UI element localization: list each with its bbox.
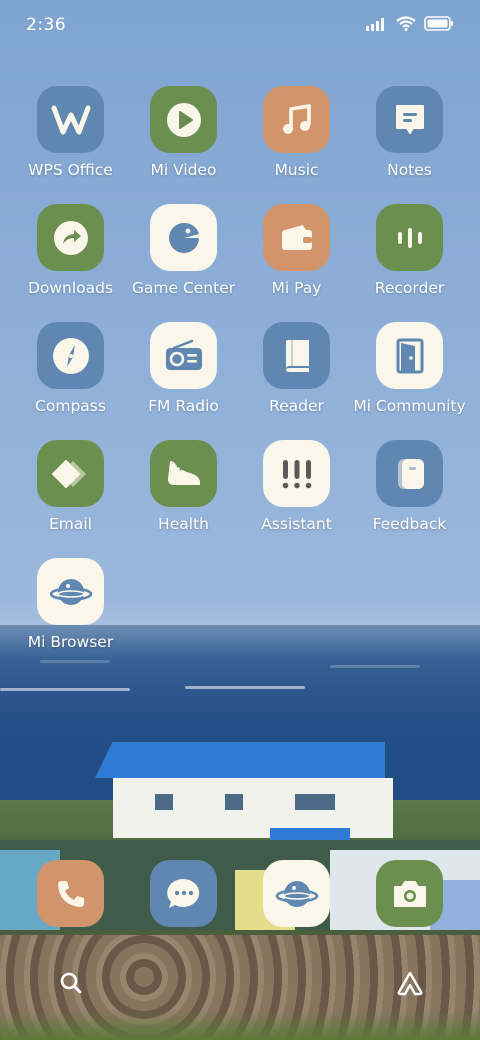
dock-icon-tile[interactable]: [37, 860, 104, 927]
dock-browser[interactable]: [240, 860, 353, 927]
app-icon-tile[interactable]: [37, 558, 104, 625]
game-pacman-icon: [168, 222, 199, 253]
radio-icon: [165, 339, 202, 370]
app-label: FM Radio: [148, 397, 219, 415]
search-button[interactable]: [56, 968, 86, 998]
app-music[interactable]: Music: [240, 86, 353, 179]
music-note-icon: [282, 103, 311, 134]
app-label: Mi Browser: [27, 633, 114, 651]
app-assistant[interactable]: Assistant: [240, 440, 353, 533]
app-mi-video[interactable]: Mi Video: [127, 86, 240, 179]
app-icon-tile[interactable]: [37, 86, 104, 153]
play-icon: [166, 102, 201, 137]
app-icon-tile[interactable]: [150, 440, 217, 507]
app-label: Compass: [35, 397, 106, 415]
app-label: Reader: [269, 397, 324, 415]
app-vault-button[interactable]: [395, 968, 425, 998]
battery-icon: [424, 16, 453, 31]
app-label: Mi Video: [150, 161, 217, 179]
dock-phone[interactable]: [14, 860, 127, 927]
home-app-vault-icon: [397, 971, 423, 996]
app-icon-tile[interactable]: [376, 204, 443, 271]
app-label: Game Center: [131, 279, 236, 297]
dock: [14, 860, 466, 927]
status-time: 2:36: [26, 15, 67, 35]
app-mi-pay[interactable]: Mi Pay: [240, 204, 353, 297]
app-label: Health: [158, 515, 209, 533]
planet-icon: [275, 880, 318, 907]
app-icon-tile[interactable]: [150, 86, 217, 153]
app-notes[interactable]: Notes: [353, 86, 466, 179]
app-reader[interactable]: Reader: [240, 322, 353, 415]
app-feedback[interactable]: Feedback: [353, 440, 466, 533]
app-label: Music: [274, 161, 319, 179]
dock-icon-tile[interactable]: [150, 860, 217, 927]
wps-office-icon: [51, 105, 90, 134]
chat-bubble-icon: [166, 878, 199, 908]
search-icon: [60, 972, 82, 994]
app-icon-tile[interactable]: [263, 322, 330, 389]
app-label: WPS Office: [28, 161, 113, 179]
app-label: Assistant: [261, 515, 332, 533]
app-health[interactable]: Health: [127, 440, 240, 533]
app-label: Mi Community: [353, 397, 466, 415]
book-icon: [285, 339, 309, 372]
app-icon-tile[interactable]: [263, 86, 330, 153]
sneaker-icon: [167, 460, 200, 485]
app-mi-community[interactable]: Mi Community: [353, 322, 466, 415]
app-icon-tile[interactable]: [150, 322, 217, 389]
dock-icon-tile[interactable]: [376, 860, 443, 927]
app-compass[interactable]: Compass: [14, 322, 127, 415]
app-icon-tile[interactable]: [37, 322, 104, 389]
app-mi-browser[interactable]: Mi Browser: [14, 558, 127, 651]
camera-icon: [393, 880, 426, 907]
planet-icon: [49, 578, 92, 605]
phone-icon: [57, 880, 84, 907]
app-wps-office[interactable]: WPS Office: [14, 86, 127, 179]
app-game-center[interactable]: Game Center: [127, 204, 240, 297]
app-icon-tile[interactable]: [37, 440, 104, 507]
app-fm-radio[interactable]: FM Radio: [127, 322, 240, 415]
app-downloads[interactable]: Downloads: [14, 204, 127, 297]
app-label: Downloads: [27, 279, 114, 297]
app-icon-tile[interactable]: [263, 440, 330, 507]
app-icon-tile[interactable]: [263, 204, 330, 271]
download-arrow-icon: [53, 220, 88, 255]
app-icon-tile[interactable]: [37, 204, 104, 271]
email-diamond-icon: [51, 459, 86, 488]
wifi-icon: [396, 16, 416, 31]
app-icon-tile[interactable]: [150, 204, 217, 271]
app-label: Email: [48, 515, 92, 533]
dock-messages[interactable]: [127, 860, 240, 927]
dock-icon-tile[interactable]: [263, 860, 330, 927]
wallpaper-house: [95, 742, 415, 842]
feedback-card-icon: [397, 458, 424, 489]
compass-icon: [52, 337, 89, 374]
exclamation-icon: [282, 459, 311, 488]
app-label: Mi Pay: [271, 279, 322, 297]
app-label: Feedback: [372, 515, 447, 533]
app-email[interactable]: Email: [14, 440, 127, 533]
app-grid: WPS Office Mi Video Music Notes Download…: [14, 86, 466, 651]
app-icon-tile[interactable]: [376, 322, 443, 389]
note-icon: [395, 104, 424, 134]
wallet-icon: [281, 224, 312, 250]
app-recorder[interactable]: Recorder: [353, 204, 466, 297]
app-icon-tile[interactable]: [376, 440, 443, 507]
app-label: Notes: [387, 161, 432, 179]
door-icon: [396, 338, 423, 373]
app-icon-tile[interactable]: [376, 86, 443, 153]
app-label: Recorder: [374, 279, 445, 297]
signal-icon: [366, 17, 384, 31]
waveform-icon: [397, 227, 422, 248]
status-bar: 2:36: [0, 0, 480, 52]
dock-camera[interactable]: [353, 860, 466, 927]
